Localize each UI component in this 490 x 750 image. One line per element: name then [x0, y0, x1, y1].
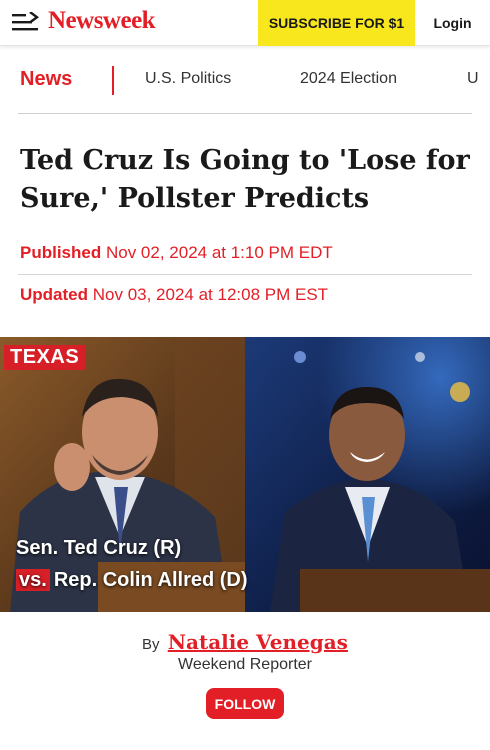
updated-value: Nov 03, 2024 at 12:08 PM EST — [92, 285, 329, 304]
photo-caption-line2: vs. Rep. Colin Allred (D) — [16, 569, 248, 592]
updated-label: Updated — [20, 285, 88, 304]
newsweek-logo[interactable]: Newsweek — [48, 7, 156, 35]
byline: By Natalie Venegas — [0, 630, 490, 654]
nav-divider-line — [18, 113, 472, 114]
article-hero-image[interactable]: TEXAS Sen. Ted Cruz (R) vs. Rep. Colin Al… — [0, 337, 490, 612]
meta-divider — [18, 274, 472, 275]
section-nav: News U.S. Politics 2024 Election U — [0, 58, 490, 102]
published-value: Nov 02, 2024 at 1:10 PM EDT — [105, 243, 333, 262]
byline-by-label: By — [142, 636, 160, 653]
photo-caption-vs: vs. — [16, 569, 50, 591]
published-date: Published Nov 02, 2024 at 1:10 PM EDT — [20, 243, 333, 263]
author-link[interactable]: Natalie Venegas — [168, 630, 348, 654]
site-header: Newsweek SUBSCRIBE FOR $1 Login — [0, 0, 490, 46]
nav-current-section[interactable]: News — [20, 68, 72, 91]
photo-location-tag: TEXAS — [4, 345, 86, 370]
article-headline: Ted Cruz Is Going to 'Lose for Sure,' Po… — [20, 145, 470, 214]
photo-caption-line2-text: Rep. Colin Allred (D) — [53, 569, 248, 591]
login-button[interactable]: Login — [415, 0, 490, 46]
author-role: Weekend Reporter — [178, 656, 312, 673]
nav-link-2024-election[interactable]: 2024 Election — [300, 70, 397, 88]
follow-button[interactable]: FOLLOW — [206, 688, 284, 719]
published-label: Published — [20, 243, 102, 262]
nav-link-us-politics[interactable]: U.S. Politics — [145, 70, 231, 88]
nav-link-truncated[interactable]: U — [467, 70, 479, 88]
updated-date: Updated Nov 03, 2024 at 12:08 PM EST — [20, 285, 328, 305]
nav-divider — [112, 66, 114, 95]
photo-caption-line1: Sen. Ted Cruz (R) — [16, 537, 182, 559]
subscribe-button[interactable]: SUBSCRIBE FOR $1 — [258, 0, 415, 46]
menu-icon[interactable] — [12, 12, 40, 32]
